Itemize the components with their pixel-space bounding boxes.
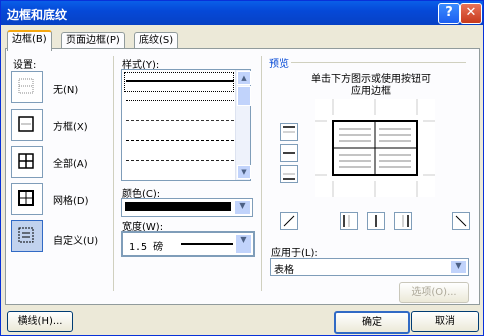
apply-to-label: 应用于(L): bbox=[271, 248, 318, 259]
preview-header: 预览 bbox=[269, 59, 289, 70]
right-border-button[interactable] bbox=[394, 212, 412, 230]
top-border-button[interactable] bbox=[280, 123, 298, 141]
setting-custom-label: 自定义(U) bbox=[53, 236, 99, 247]
style-list-scrollbar[interactable]: ▲ ▼ bbox=[235, 70, 251, 180]
border-bottom-icon bbox=[283, 173, 295, 180]
dialog-title: 边框和底纹 bbox=[7, 8, 68, 22]
selected-style-highlight bbox=[124, 72, 234, 92]
style-dash-dot[interactable] bbox=[126, 160, 234, 161]
setting-box-label: 方框(X) bbox=[53, 122, 88, 133]
tab-page-border[interactable]: 页面边框(P) bbox=[61, 32, 125, 49]
setting-custom-button[interactable] bbox=[11, 220, 43, 252]
apply-to-value: 表格 bbox=[274, 265, 294, 276]
preview-table-diagram bbox=[315, 99, 435, 197]
setting-all-button[interactable] bbox=[11, 146, 43, 178]
apply-to-dropdown-icon[interactable]: ▼ bbox=[450, 260, 467, 274]
setting-grid-label: 网格(D) bbox=[53, 196, 89, 207]
border-inside-horizontal-icon bbox=[283, 152, 295, 154]
width-value: 1.5 磅 bbox=[129, 242, 164, 253]
width-select[interactable]: 1.5 磅 ▼ bbox=[121, 231, 255, 257]
settings-header: 设置: bbox=[13, 60, 37, 71]
inside-horizontal-border-button[interactable] bbox=[280, 144, 298, 162]
border-box-icon bbox=[18, 116, 34, 132]
color-select[interactable]: ▼ bbox=[121, 198, 253, 217]
dialog-window: 边框和底纹 ? ✕ 边框(B) 页面边框(P) 底纹(S) 设置: 无(N) 方… bbox=[0, 0, 484, 336]
border-all-icon bbox=[18, 153, 34, 169]
border-none-icon bbox=[18, 78, 34, 94]
scroll-up-icon[interactable]: ▲ bbox=[237, 71, 251, 85]
setting-grid-button[interactable] bbox=[11, 183, 43, 215]
border-right-icon bbox=[402, 215, 409, 227]
width-dropdown-icon[interactable]: ▼ bbox=[235, 234, 252, 254]
color-swatch bbox=[125, 202, 231, 211]
border-inside-vertical-icon bbox=[375, 215, 377, 227]
style-dashed-fine[interactable] bbox=[126, 120, 234, 121]
help-button[interactable]: ? bbox=[438, 3, 460, 24]
setting-all-label: 全部(A) bbox=[53, 159, 88, 170]
preview-area[interactable] bbox=[315, 99, 435, 197]
border-top-icon bbox=[283, 126, 295, 133]
diagonal-down-icon bbox=[455, 215, 467, 227]
apply-to-select[interactable]: 表格 ▼ bbox=[270, 258, 469, 276]
divider bbox=[113, 56, 114, 291]
border-custom-icon bbox=[18, 227, 34, 243]
preview-hint-line2: 应用边框 bbox=[351, 86, 391, 97]
diagonal-down-border-button[interactable] bbox=[280, 212, 298, 230]
color-dropdown-icon[interactable]: ▼ bbox=[234, 200, 251, 215]
preview-rule bbox=[291, 62, 466, 63]
diagonal-up-border-button[interactable] bbox=[452, 212, 470, 230]
scroll-thumb[interactable] bbox=[237, 86, 251, 106]
scroll-down-icon[interactable]: ▼ bbox=[237, 165, 251, 179]
border-grid-icon bbox=[18, 190, 34, 206]
style-dotted[interactable] bbox=[126, 100, 234, 101]
bottom-border-button[interactable] bbox=[280, 165, 298, 183]
setting-box-button[interactable] bbox=[11, 109, 43, 141]
setting-none-button[interactable] bbox=[11, 71, 43, 103]
style-dashed[interactable] bbox=[126, 140, 234, 141]
horizontal-line-button[interactable]: 横线(H)... bbox=[7, 311, 73, 332]
inside-vertical-border-button[interactable] bbox=[367, 212, 385, 230]
close-button[interactable]: ✕ bbox=[460, 3, 482, 24]
setting-none-label: 无(N) bbox=[53, 85, 79, 96]
tab-shading[interactable]: 底纹(S) bbox=[134, 32, 179, 49]
tab-borders[interactable]: 边框(B) bbox=[7, 30, 52, 51]
style-list[interactable]: ▲ ▼ bbox=[121, 69, 251, 181]
style-solid[interactable] bbox=[126, 80, 234, 82]
cancel-button[interactable]: 取消 bbox=[411, 311, 479, 332]
title-bar: 边框和底纹 ? ✕ bbox=[1, 1, 483, 25]
left-border-button[interactable] bbox=[340, 212, 358, 230]
ok-button[interactable]: 确定 bbox=[334, 311, 410, 334]
diagonal-up-icon bbox=[283, 215, 295, 227]
border-left-icon bbox=[343, 215, 350, 227]
divider bbox=[261, 56, 262, 291]
options-button[interactable]: 选项(O)... bbox=[399, 282, 469, 303]
width-sample-line bbox=[181, 243, 233, 245]
